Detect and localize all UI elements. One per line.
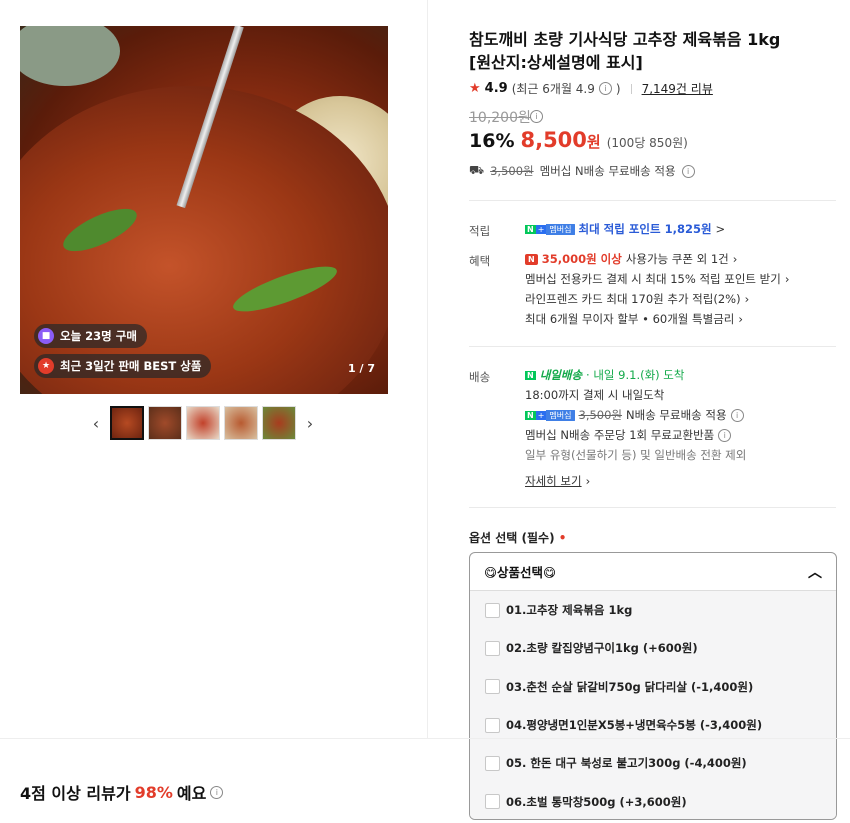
thumbnail-1[interactable] — [110, 406, 144, 440]
benefits-label: 혜택 — [469, 254, 491, 268]
badge-today-purchase: ■ 오늘 23명 구매 — [34, 324, 147, 348]
option-list: 01.고추장 제육볶음 1kg 02.초량 칼집양념구이1kg (+600원) … — [470, 591, 836, 819]
delivery-exclusion: 일부 유형(선물하기 등) 및 일반배송 전환 제외 — [525, 448, 747, 462]
divider — [469, 507, 836, 508]
star-icon: ★ — [469, 81, 481, 96]
info-icon[interactable]: i — [718, 428, 732, 442]
thumbnail-5[interactable] — [262, 406, 296, 440]
coupon-row[interactable]: N 35,000원 이상 사용가능 쿠폰 외 1건 › — [525, 251, 737, 267]
info-icon[interactable]: i — [681, 164, 695, 178]
option-dropdown[interactable]: 😋상품선택😋 ︿ 01.고추장 제육볶음 1kg 02.초량 칼집양념구이1kg… — [469, 552, 837, 820]
required-mark: • — [558, 531, 567, 545]
price-row: 16% 8,500원 (100당 850원) — [469, 128, 688, 152]
chevron-right-icon: > — [715, 222, 726, 236]
option-item[interactable]: 02.초량 칼집양념구이1kg (+600원) — [470, 629, 836, 667]
discount-rate: 16% — [469, 130, 515, 152]
thumbnail-strip: ‹ › — [86, 406, 320, 440]
checkbox[interactable] — [485, 794, 500, 810]
info-icon[interactable]: i — [730, 408, 744, 422]
chevron-right-icon: › — [585, 474, 591, 488]
coupon-icon: N — [525, 253, 538, 265]
installment-row[interactable]: 최대 6개월 무이자 할부 • 60개월 특별금리 › — [525, 311, 743, 327]
info-icon[interactable]: i — [598, 82, 612, 95]
option-item[interactable]: 05. 한돈 대구 북성로 불고기300g (-4,400원) — [470, 744, 836, 782]
chevron-right-icon: › — [784, 272, 790, 286]
option-select-header[interactable]: 😋상품선택😋 ︿ — [470, 553, 836, 591]
option-item[interactable]: 03.춘천 순살 닭갈비750g 닭다리살 (-1,400원) — [470, 668, 836, 706]
chevron-up-icon[interactable]: ︿ — [808, 562, 822, 582]
checkbox[interactable] — [485, 717, 500, 733]
delivery-cutoff: 18:00까지 결제 시 내일도착 — [525, 388, 665, 402]
thumb-prev-arrow-icon[interactable]: ‹ — [86, 414, 106, 433]
points-row[interactable]: N + 멤버십 최대 적립 포인트 1,825원 > — [525, 221, 725, 237]
chevron-right-icon: › — [738, 312, 743, 326]
truck-icon: ⛟ — [469, 163, 485, 177]
original-price: 10,200원 — [469, 110, 531, 126]
delivery-label: 배송 — [469, 370, 491, 384]
checkbox[interactable] — [485, 640, 500, 656]
delivery-fee-row: N + 멤버십 3,500원 N배송 무료배송 적용 i — [525, 407, 744, 423]
unit-price: (100당 850원) — [606, 136, 688, 150]
card-benefit-row[interactable]: 멤버십 전용카드 결제 시 최대 15% 적립 포인트 받기 › — [525, 271, 789, 287]
option-title: 옵션 선택 (필수) • — [469, 531, 567, 545]
card-benefit-row[interactable]: 라인프렌즈 카드 최대 170원 추가 적립(2%) › — [525, 291, 749, 307]
tomorrow-delivery-icon: N — [525, 370, 536, 380]
rating-row: ★ 4.9 (최근 6개월 4.9 i ) 7,149건 리뷰 — [469, 80, 713, 97]
image-counter: 1 / 7 — [348, 362, 375, 375]
bag-icon: ■ — [38, 328, 54, 344]
shipping-row: ⛟ 3,500원 멤버십 N배송 무료배송 적용 i — [469, 163, 695, 179]
exchange-row: 멤버십 N배송 주문당 1회 무료교환반품 i — [525, 427, 732, 443]
info-icon[interactable]: i — [530, 110, 543, 123]
thumbnail-2[interactable] — [148, 406, 182, 440]
thumbnail-3[interactable] — [186, 406, 220, 440]
divider — [469, 346, 836, 347]
sale-price: 8,500원 — [520, 128, 601, 152]
chevron-right-icon: › — [744, 292, 750, 306]
divider — [630, 83, 632, 94]
points-label: 적립 — [469, 224, 491, 238]
divider — [469, 200, 836, 201]
thumbnail-4[interactable] — [224, 406, 258, 440]
option-item[interactable]: 06.초벌 통막창500g (+3,600원) — [470, 782, 836, 819]
product-gallery: ■ 오늘 23명 구매 ★ 최근 3일간 판매 BEST 상품 1 / 7 ‹ … — [0, 0, 428, 738]
reviews-link[interactable]: 7,149건 리뷰 — [642, 80, 713, 97]
npay-membership-badge: N + 멤버십 — [525, 223, 575, 236]
delivery-more-link[interactable]: 자세히 보기 › — [525, 473, 590, 489]
thumb-next-arrow-icon[interactable]: › — [300, 414, 320, 433]
product-main-image[interactable]: ■ 오늘 23명 구매 ★ 최근 3일간 판매 BEST 상품 1 / 7 — [20, 26, 388, 394]
npay-membership-badge: N + 멤버십 — [525, 409, 575, 422]
section-divider — [0, 738, 850, 739]
info-icon[interactable]: i — [210, 785, 224, 799]
checkbox[interactable] — [485, 755, 500, 771]
badge-best-seller: ★ 최근 3일간 판매 BEST 상품 — [34, 354, 212, 378]
delivery-arrival-row: N 내일배송 · 내일 9.1.(화) 도착 — [525, 368, 685, 382]
chevron-right-icon: › — [732, 252, 738, 266]
gift-icon: ★ — [38, 358, 54, 374]
checkbox[interactable] — [485, 602, 500, 618]
checkbox[interactable] — [485, 679, 500, 695]
review-summary-heading: 4점 이상 리뷰가 98% 예요 i — [20, 780, 224, 804]
option-selected-value: 😋상품선택😋 — [484, 565, 557, 580]
product-title: 참도깨비 초량 기사식당 고추장 제육볶음 1kg [원산지:상세설명에 표시] — [469, 30, 781, 72]
option-item[interactable]: 01.고추장 제육볶음 1kg — [470, 591, 836, 629]
